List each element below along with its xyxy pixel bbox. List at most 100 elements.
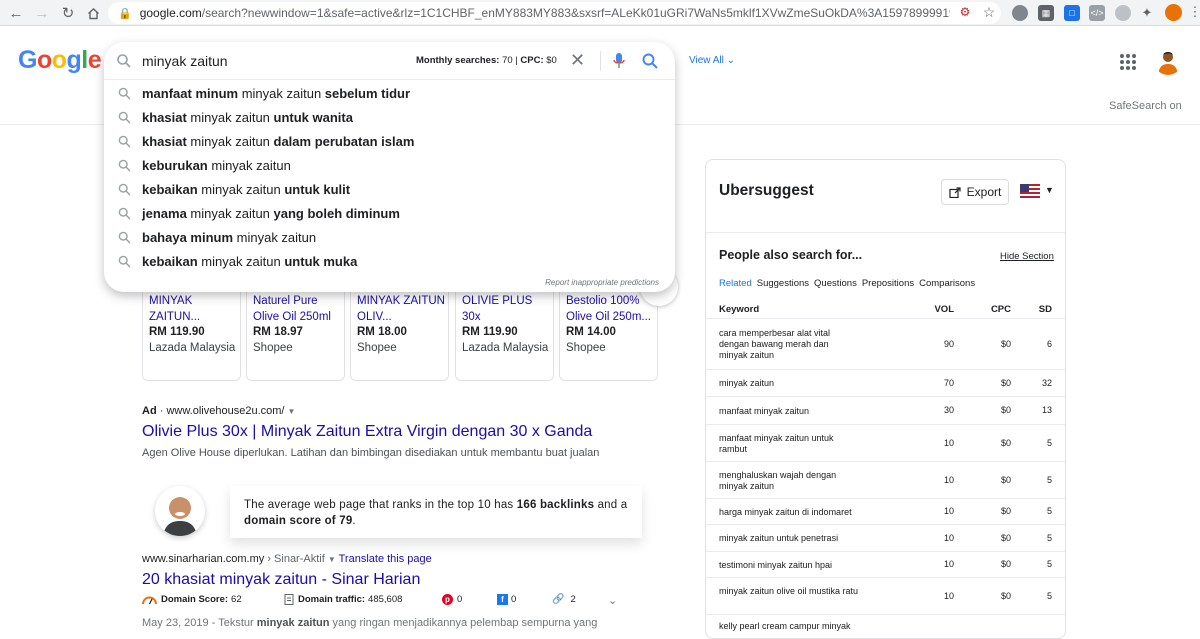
extension-code-icon[interactable]: </> — [1089, 5, 1105, 21]
search-suggestion[interactable]: jenama minyak zaitun yang boleh diminum — [104, 202, 675, 226]
search-box[interactable]: Monthly searches: 70 | CPC: $0 ✕ — [104, 42, 675, 80]
extensions-puzzle-icon[interactable]: ✦ — [1139, 5, 1155, 21]
search-input[interactable] — [142, 51, 382, 71]
product-title[interactable]: OLIVIE PLUS 30x — [462, 293, 552, 325]
keyword-text[interactable]: minyak zaitun untuk penetrasi — [719, 533, 859, 544]
col-keyword[interactable]: Keyword — [719, 304, 759, 315]
search-button-icon[interactable] — [641, 52, 659, 70]
back-icon[interactable]: ← — [3, 0, 29, 26]
home-icon[interactable] — [80, 0, 106, 26]
shopping-card[interactable]: Naturel Pure Olive Oil 250ml RM 18.97 Shop… — [246, 280, 345, 381]
suggestion-bold-part: yang boleh diminum — [273, 206, 400, 221]
keyword-row[interactable]: menghaluskan wajah dengan minyak zaitun 1… — [706, 461, 1065, 498]
translate-link[interactable]: Translate this page — [339, 553, 432, 565]
keyword-text[interactable]: manfaat minyak zaitun — [719, 406, 859, 417]
search-suggestion[interactable]: khasiat minyak zaitun dalam perubatan is… — [104, 130, 675, 154]
product-price: RM 119.90 — [149, 326, 205, 338]
search-icon — [118, 207, 131, 220]
col-cpc[interactable]: CPC — [987, 304, 1011, 315]
us-flag-icon[interactable] — [1020, 184, 1040, 198]
keyword-row[interactable]: manfaat minyak zaitun 30 $0 13 — [706, 396, 1065, 424]
suggestion-bold-part: dalam perubatan islam — [273, 134, 415, 149]
ad-title-link[interactable]: Olivie Plus 30x | Minyak Zaitun Extra Vi… — [142, 423, 592, 441]
caret-down-icon[interactable]: ▼ — [288, 407, 296, 416]
lock-icon: 🔒 — [118, 7, 132, 20]
keyword-row[interactable]: kelly pearl cream campur minyak — [706, 614, 1065, 638]
product-title[interactable]: Naturel Pure Olive Oil 250ml — [253, 293, 343, 325]
account-avatar[interactable] — [1154, 47, 1182, 75]
organic-title-link[interactable]: 20 khasiat minyak zaitun - Sinar Harian — [142, 571, 420, 589]
expand-chevron-icon[interactable]: ⌄ — [608, 594, 617, 607]
keyword-text[interactable]: minyak zaitun — [719, 378, 859, 389]
search-suggestion[interactable]: kebaikan minyak zaitun untuk muka — [104, 250, 675, 274]
search-suggestion[interactable]: bahaya minum minyak zaitun — [104, 226, 675, 250]
search-suggestion[interactable]: manfaat minum minyak zaitun sebelum tidu… — [104, 82, 675, 106]
address-bar[interactable]: 🔒 google.com/search?newwindow=1&safe=act… — [108, 2, 1001, 24]
search-suggestion[interactable]: khasiat minyak zaitun untuk wanita — [104, 106, 675, 130]
keyword-text[interactable]: minyak zaitun olive oil mustika ratu — [719, 586, 859, 597]
tab-questions[interactable]: Questions — [814, 278, 857, 289]
export-button[interactable]: Export — [941, 179, 1009, 205]
keyword-row[interactable]: minyak zaitun 70 $0 32 — [706, 369, 1065, 396]
extension-box-icon[interactable]: □ — [1064, 5, 1080, 21]
organic-site[interactable]: www.sinarharian.com.my — [142, 553, 264, 565]
tab-related[interactable]: Related — [719, 278, 752, 289]
suggestion-bold-part: untuk muka — [284, 254, 358, 269]
keyword-row[interactable]: manfaat minyak zaitun untuk rambut 10 $0 5 — [706, 424, 1065, 461]
bookmark-star-icon[interactable]: ☆ — [981, 4, 997, 20]
tab-comparisons[interactable]: Comparisons — [919, 278, 975, 289]
privacy-shield-icon[interactable]: ⚙ — [957, 4, 973, 20]
pinterest-count: 0 — [457, 594, 463, 605]
keyword-row[interactable]: testimoni minyak zaitun hpai 10 $0 5 — [706, 551, 1065, 577]
keyword-volume: 30 — [943, 405, 954, 415]
view-all-link[interactable]: View All ⌄ — [689, 55, 735, 66]
safesearch-status[interactable]: SafeSearch on — [1109, 100, 1182, 112]
product-title[interactable]: MINYAK ZAITUN OLIV... — [357, 293, 447, 325]
reload-icon[interactable]: ↻ — [55, 0, 81, 26]
author-avatar — [155, 486, 205, 536]
keyword-row[interactable]: minyak zaitun untuk penetrasi 10 $0 5 — [706, 524, 1065, 551]
url-path: /search?newwindow=1&safe=active&rlz=1C1C… — [201, 6, 950, 20]
chevron-down-icon: ⌄ — [726, 55, 736, 66]
tab-prepositions[interactable]: Prepositions — [862, 278, 914, 289]
hide-section-link[interactable]: Hide Section — [1000, 251, 1054, 262]
view-all-label: View All — [689, 55, 724, 66]
product-title[interactable]: MINYAK ZAITUN... — [149, 293, 239, 325]
report-predictions-link[interactable]: Report inappropriate predictions — [545, 278, 659, 287]
extension-clock-icon[interactable] — [1115, 5, 1131, 21]
keyword-volume: 10 — [943, 533, 954, 543]
keyword-text[interactable]: manfaat minyak zaitun untuk rambut — [719, 433, 859, 455]
keyword-row[interactable]: cara memperbesar alat vital dengan bawan… — [706, 318, 1065, 369]
keyword-text[interactable]: testimoni minyak zaitun hpai — [719, 560, 859, 571]
search-icon — [117, 54, 131, 68]
chrome-menu-icon[interactable]: ⋮ — [1187, 4, 1200, 20]
forward-icon[interactable]: → — [29, 0, 55, 26]
extension-qr-icon[interactable]: ▦ — [1038, 5, 1054, 21]
col-sd[interactable]: SD — [1028, 304, 1052, 315]
profile-avatar-icon[interactable] — [1165, 4, 1182, 21]
search-suggestion[interactable]: kebaikan minyak zaitun untuk kulit — [104, 178, 675, 202]
extension-globe-icon[interactable] — [1012, 5, 1028, 21]
keyword-text[interactable]: cara memperbesar alat vital dengan bawan… — [719, 328, 859, 361]
shopping-card[interactable]: OLIVIE PLUS 30x RM 119.90 Lazada Malaysia — [455, 280, 554, 381]
shopping-card[interactable]: MINYAK ZAITUN OLIV... RM 18.00 Shopee — [350, 280, 449, 381]
col-vol[interactable]: VOL — [931, 304, 954, 315]
keyword-text[interactable]: menghaluskan wajah dengan minyak zaitun — [719, 470, 859, 492]
search-autocomplete-panel: Monthly searches: 70 | CPC: $0 ✕ manfaat… — [104, 42, 675, 292]
shopping-card[interactable]: MINYAK ZAITUN... RM 119.90 Lazada Malaysia — [142, 280, 241, 381]
clear-search-button[interactable]: ✕ — [570, 51, 585, 69]
keyword-text[interactable]: harga minyak zaitun di indomaret — [719, 507, 859, 518]
microphone-icon[interactable] — [611, 52, 627, 70]
tab-suggestions[interactable]: Suggestions — [757, 278, 809, 289]
search-icon — [118, 135, 131, 148]
product-price: RM 119.90 — [462, 326, 518, 338]
search-suggestion[interactable]: keburukan minyak zaitun — [104, 154, 675, 178]
country-dropdown-caret-icon[interactable]: ▼ — [1045, 185, 1054, 195]
keyword-text[interactable]: kelly pearl cream campur minyak — [719, 621, 859, 632]
caret-down-icon[interactable]: ▼ — [328, 555, 336, 564]
google-logo[interactable]: Google — [18, 46, 102, 75]
google-apps-icon[interactable] — [1120, 54, 1136, 70]
keyword-row[interactable]: harga minyak zaitun di indomaret 10 $0 5 — [706, 498, 1065, 524]
keyword-row[interactable]: minyak zaitun olive oil mustika ratu 10 $0… — [706, 577, 1065, 614]
suggestion-bold-part: manfaat minum — [142, 86, 239, 101]
